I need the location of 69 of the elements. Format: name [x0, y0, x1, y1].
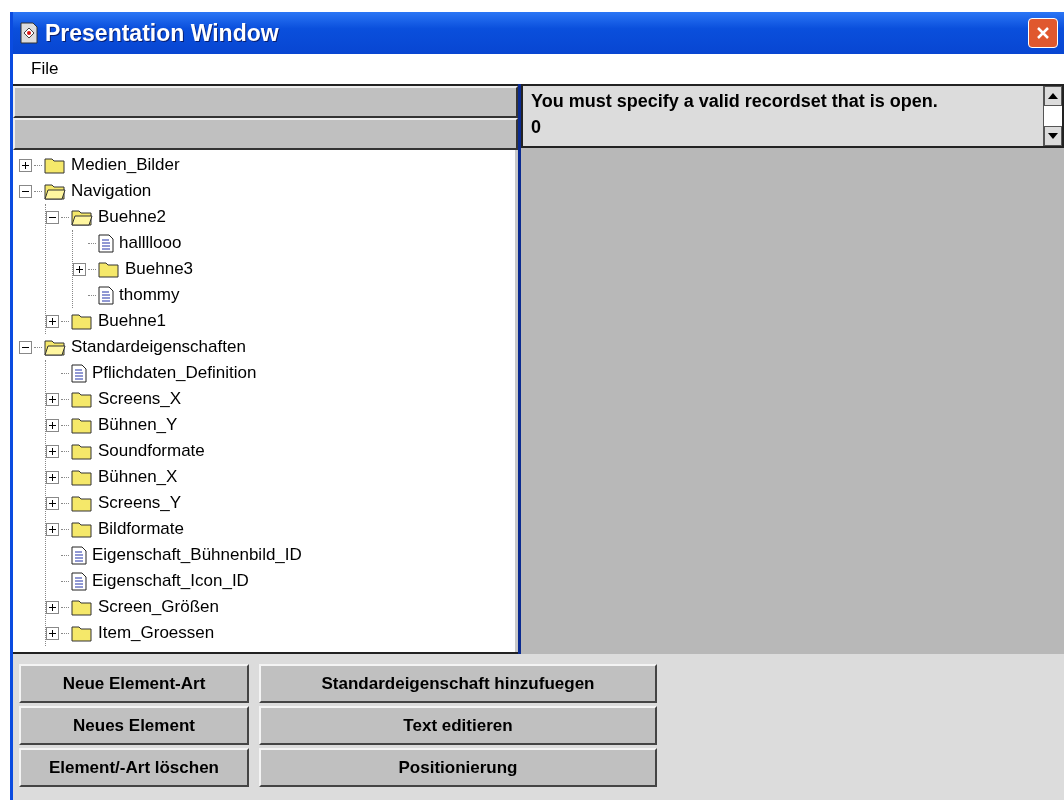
close-button[interactable] — [1028, 18, 1058, 48]
folder-icon — [98, 260, 120, 278]
down-arrow-icon — [1048, 133, 1058, 139]
folder-icon — [44, 156, 66, 174]
tree-item[interactable]: Eigenschaft_Bühnenbild_ID — [92, 545, 302, 565]
expand-icon[interactable] — [46, 626, 59, 640]
tree-item[interactable]: Medien_Bilder — [71, 155, 180, 175]
folder-icon — [71, 598, 93, 616]
folder-icon — [71, 312, 93, 330]
expand-icon[interactable] — [46, 496, 59, 510]
folder-icon — [71, 624, 93, 642]
document-icon — [71, 571, 87, 591]
window-title: Presentation Window — [45, 19, 279, 47]
tree-item[interactable]: Buehne1 — [98, 311, 167, 331]
tree-item[interactable]: hallllooo — [119, 233, 182, 253]
document-icon — [71, 363, 87, 383]
action-button[interactable]: Neue Element-Art — [19, 664, 249, 703]
tree-item[interactable]: Screen_Größen — [98, 597, 219, 617]
expand-icon[interactable] — [46, 444, 59, 458]
open-folder-icon — [44, 338, 66, 356]
open-folder-icon — [44, 182, 66, 200]
expand-icon[interactable] — [73, 262, 86, 276]
menu-item[interactable]: File — [31, 59, 59, 79]
expand-icon[interactable] — [46, 600, 59, 614]
tree-item[interactable]: Bühnen_Y — [98, 415, 178, 435]
folder-icon — [71, 442, 93, 460]
close-icon — [1035, 25, 1051, 41]
tree-item[interactable]: Bühnen_X — [98, 467, 178, 487]
tree-item[interactable]: Buehne3 — [125, 259, 194, 279]
action-button[interactable]: Standardeigenschaft hinzufuegen — [259, 664, 657, 703]
folder-icon — [71, 416, 93, 434]
tree-item[interactable]: Screens_Y — [98, 493, 182, 513]
collapse-icon[interactable] — [19, 184, 32, 198]
folder-icon — [71, 468, 93, 486]
action-button[interactable]: Neues Element — [19, 706, 249, 745]
scroll-down-button[interactable] — [1044, 126, 1062, 146]
folder-icon — [71, 390, 93, 408]
tree-item[interactable]: Screens_X — [98, 389, 182, 409]
up-arrow-icon — [1048, 93, 1058, 99]
app-icon — [19, 22, 39, 44]
document-icon — [98, 285, 114, 305]
tree-item[interactable]: Soundformate — [98, 441, 205, 461]
tree-item[interactable]: Buehne2 — [98, 207, 167, 227]
tree-item[interactable]: Navigation — [71, 181, 152, 201]
folder-icon — [71, 494, 93, 512]
collapse-icon[interactable] — [46, 210, 59, 224]
action-button[interactable]: Text editieren — [259, 706, 657, 745]
expand-icon[interactable] — [19, 158, 32, 172]
expand-icon[interactable] — [46, 314, 59, 328]
action-button[interactable]: Positionierung — [259, 748, 657, 787]
tree-item[interactable]: thommy — [119, 285, 180, 305]
document-icon — [98, 233, 114, 253]
tree-item[interactable]: Bildformate — [98, 519, 184, 539]
collapse-icon[interactable] — [19, 340, 32, 354]
tree-item[interactable]: Item_Groessen — [98, 623, 215, 643]
folder-icon — [71, 520, 93, 538]
expand-icon[interactable] — [46, 470, 59, 484]
tree-item[interactable]: Eigenschaft_Icon_ID — [92, 571, 249, 591]
message-text: 0 — [531, 116, 542, 139]
action-button[interactable]: Element/-Art löschen — [19, 748, 249, 787]
expand-icon[interactable] — [46, 392, 59, 406]
expand-icon[interactable] — [46, 418, 59, 432]
scroll-up-button[interactable] — [1044, 86, 1062, 106]
expand-icon[interactable] — [46, 522, 59, 536]
tree-item[interactable]: Standardeigenschaften — [71, 337, 246, 357]
open-folder-icon — [71, 208, 93, 226]
document-icon — [71, 545, 87, 565]
message-text: You must specify a valid recordset that is open. — [531, 90, 939, 113]
tree-item[interactable]: Pflichdaten_Definition — [92, 363, 257, 383]
